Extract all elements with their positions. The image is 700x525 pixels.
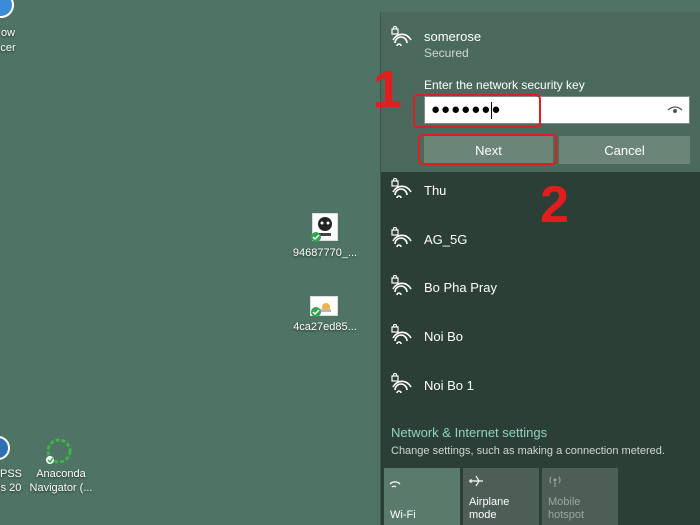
- desktop-file-label-1: 94687770_...: [292, 247, 358, 259]
- airplane-mode-tile[interactable]: Airplane mode: [463, 468, 539, 525]
- desktop-spss-label-2: s 20: [0, 482, 22, 494]
- spss-icon[interactable]: [0, 436, 10, 460]
- secured-wifi-icon: [391, 373, 412, 394]
- secured-wifi-icon: [391, 227, 412, 248]
- hotspot-icon: [549, 476, 561, 487]
- desktop-top-left-icon[interactable]: [0, 0, 14, 18]
- tile-label: Mobile hotspot: [548, 496, 585, 521]
- tile-label: Wi-Fi: [390, 509, 416, 521]
- step-1-annotation: 1: [373, 61, 402, 119]
- network-name: Bo Pha Pray: [424, 280, 497, 295]
- wifi-toggle-tile[interactable]: Wi-Fi: [384, 468, 460, 525]
- network-name: AG_5G: [424, 232, 468, 247]
- network-list-item[interactable]: Noi Bo 1: [381, 367, 700, 415]
- reveal-password-eye-icon[interactable]: [667, 103, 683, 117]
- secured-wifi-icon: [391, 275, 412, 296]
- desktop-anaconda-label-2: Navigator (...: [29, 482, 93, 494]
- desktop-file-label-2: 4ca27ed85...: [293, 321, 357, 333]
- step-1-highlight: [413, 94, 541, 128]
- step-2-highlight: [418, 134, 557, 165]
- desktop-anaconda-label-1: Anaconda: [36, 468, 86, 480]
- network-settings-link[interactable]: Network & Internet settings: [391, 425, 547, 440]
- network-list-item[interactable]: Noi Bo: [381, 318, 700, 366]
- tile-label: Airplane mode: [469, 496, 510, 521]
- network-name: Thu: [424, 183, 447, 198]
- desktop-top-left-label-2: cer: [0, 42, 16, 54]
- network-name: Noi Bo 1: [424, 378, 474, 393]
- secured-wifi-icon: [391, 178, 412, 199]
- mobile-hotspot-tile[interactable]: Mobile hotspot: [542, 468, 618, 525]
- network-flyout: somerose Secured Enter the network secur…: [380, 12, 700, 525]
- network-name: Noi Bo: [424, 329, 464, 344]
- desktop-top-left-label-1: ow: [0, 27, 16, 39]
- selected-network-status: Secured: [424, 46, 469, 60]
- network-settings-description: Change settings, such as making a connec…: [391, 445, 665, 457]
- network-list-item[interactable]: Bo Pha Pray: [381, 269, 700, 317]
- step-2-annotation: 2: [540, 176, 569, 234]
- cancel-button[interactable]: Cancel: [559, 136, 690, 164]
- security-key-label: Enter the network security key: [424, 78, 585, 92]
- airplane-icon: [469, 475, 483, 487]
- desktop-spss-label-1: PSS: [0, 468, 23, 480]
- desktop-file-icon-1[interactable]: [311, 213, 338, 242]
- secured-wifi-icon: [391, 26, 412, 47]
- anaconda-icon[interactable]: [44, 436, 74, 471]
- desktop-file-icon-2[interactable]: [310, 296, 338, 317]
- selected-network-name: somerose: [424, 29, 482, 44]
- wifi-icon: [389, 481, 401, 488]
- secured-wifi-icon: [391, 324, 412, 345]
